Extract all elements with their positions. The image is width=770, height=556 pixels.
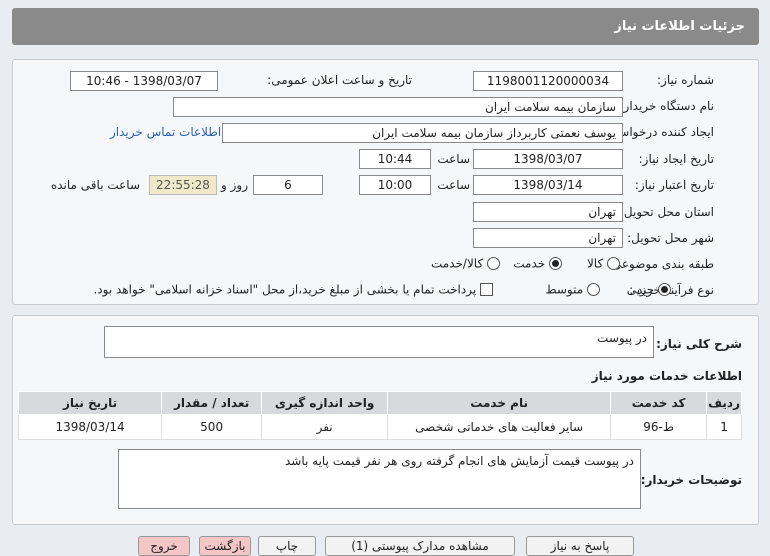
services-table: ردیف کد خدمت نام خدمت واحد اندازه گیری ت… [17, 391, 742, 440]
validity-date-field: 1398/03/14 [473, 175, 623, 195]
col-quantity: تعداد / مقدار [161, 391, 263, 415]
treasury-payment-option[interactable]: پرداخت تمام یا بخشی از مبلغ خرید،از محل … [93, 282, 493, 297]
summary-label: شرح کلی نیاز: [656, 337, 742, 351]
col-service-name: نام خدمت [387, 391, 612, 415]
created-time-field: 10:44 [359, 149, 431, 169]
days-remaining-field: 6 [253, 175, 323, 195]
buyer-notes-label: توضیحات خریدار: [640, 473, 742, 487]
buyer-notes-field: در پیوست قیمت آزمایش های انجام گرفته روی… [118, 449, 641, 509]
treasury-payment-checkbox[interactable] [480, 283, 493, 296]
category-option-goods-radio[interactable] [607, 257, 620, 270]
process-option-medium[interactable]: متوسط [545, 282, 600, 297]
announce-label: تاریخ و ساعت اعلان عمومی: [267, 73, 412, 87]
category-option-service-label: خدمت [513, 256, 546, 271]
category-option-goods[interactable]: کالا [587, 256, 620, 271]
view-attachments-button[interactable]: مشاهده مدارک پیوستی (1) [325, 536, 515, 556]
services-title: اطلاعات خدمات مورد نیاز [591, 369, 742, 383]
created-date-field: 1398/03/07 [473, 149, 623, 169]
province-label: استان محل تحویل: [619, 205, 714, 219]
buyer-org-label: نام دستگاه خریدار: [619, 99, 715, 113]
table-row: 1 ط-96 سایر فعالیت های خدماتی شخصی نفر 5… [17, 414, 742, 440]
requester-field: یوسف نعمتی کاربرداز سازمان بیمه سلامت ای… [222, 123, 623, 143]
validity-label: تاریخ اعتبار نیاز: [634, 178, 714, 192]
validity-time-field: 10:00 [359, 175, 431, 195]
category-option-goods-service[interactable]: کالا/خدمت [431, 256, 500, 271]
cell-need-date: 1398/03/14 [17, 414, 163, 440]
need-number-field: 1198001120000034 [473, 71, 623, 91]
col-row-number: ردیف [706, 391, 742, 415]
city-label: شهر محل تحویل: [627, 231, 714, 245]
page-title: جزئیات اطلاعات نیاز [12, 8, 759, 45]
process-option-minor-radio[interactable] [658, 283, 671, 296]
category-label: طبقه بندی موضوعی: [607, 257, 714, 271]
province-field: تهران [473, 202, 623, 222]
print-button[interactable]: چاپ [258, 536, 316, 556]
respond-button[interactable]: پاسخ به نیاز [526, 536, 634, 556]
category-option-service-radio[interactable] [549, 257, 562, 270]
summary-field: در پیوست [104, 326, 654, 358]
services-header-row: ردیف کد خدمت نام خدمت واحد اندازه گیری ت… [17, 391, 742, 415]
remaining-label: ساعت باقی مانده [50, 178, 140, 192]
process-option-medium-radio[interactable] [587, 283, 600, 296]
col-service-code: کد خدمت [610, 391, 708, 415]
validity-time-label: ساعت [437, 178, 470, 192]
process-option-medium-label: متوسط [545, 282, 584, 297]
cell-service-code: ط-96 [610, 414, 708, 440]
time-remaining-field: 22:55:28 [149, 175, 217, 195]
buyer-contact-link[interactable]: اطلاعات تماس خریدار [110, 125, 221, 139]
col-need-date: تاریخ نیاز [17, 391, 163, 415]
category-option-service[interactable]: خدمت [513, 256, 562, 271]
announce-datetime-field: 1398/03/07 - 10:46 [70, 71, 218, 91]
need-number-label: شماره نیاز: [657, 73, 714, 87]
category-option-goods-service-label: کالا/خدمت [430, 256, 484, 271]
buyer-org-field: سازمان بیمه سلامت ایران [173, 97, 623, 117]
back-button[interactable]: بازگشت [199, 536, 251, 556]
created-time-label: ساعت [437, 152, 470, 166]
col-unit: واحد اندازه گیری [261, 391, 389, 415]
days-label: روز و [221, 178, 248, 192]
treasury-payment-note: پرداخت تمام یا بخشی از مبلغ خرید،از محل … [93, 282, 477, 297]
cell-service-name: سایر فعالیت های خدماتی شخصی [387, 414, 612, 440]
city-field: تهران [473, 228, 623, 248]
cell-quantity: 500 [161, 414, 263, 440]
cell-unit: نفر [261, 414, 389, 440]
process-option-minor-label: جزیی [626, 282, 655, 297]
category-option-goods-service-radio[interactable] [487, 257, 500, 270]
process-option-minor[interactable]: جزیی [627, 282, 671, 297]
cell-row-number: 1 [706, 414, 742, 440]
category-option-goods-label: کالا [586, 256, 604, 271]
exit-button[interactable]: خروج [138, 536, 190, 556]
created-date-label: تاریخ ایجاد نیاز: [638, 152, 714, 166]
